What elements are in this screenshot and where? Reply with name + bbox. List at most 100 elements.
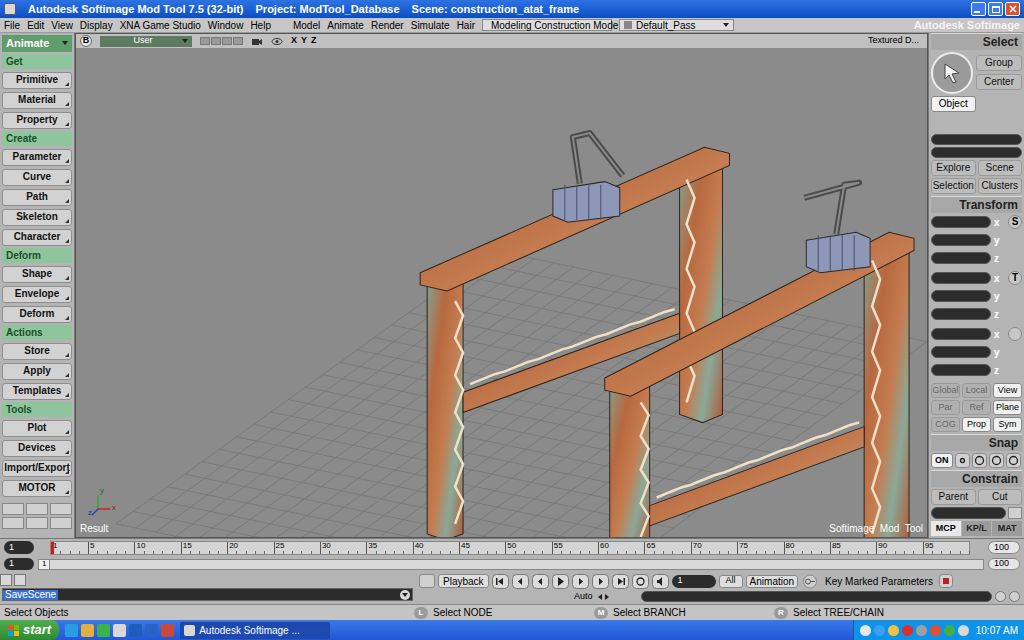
display-mode[interactable]: Textured D... xyxy=(868,34,923,48)
minimize-button[interactable] xyxy=(971,2,986,16)
tray-icon[interactable] xyxy=(944,625,955,636)
mode-dropdown[interactable]: Modeling Construction Mode xyxy=(482,19,612,31)
value-field[interactable] xyxy=(931,290,991,302)
eye-icon[interactable] xyxy=(271,37,283,46)
view-toggle[interactable] xyxy=(222,37,232,45)
panel-button[interactable]: Store xyxy=(2,343,72,360)
animation-button[interactable]: Animation xyxy=(746,575,798,588)
last-icon[interactable] xyxy=(612,574,629,589)
script-icon[interactable] xyxy=(0,574,12,586)
end-frame-field[interactable]: 100 xyxy=(988,541,1020,554)
panel-button[interactable]: Object xyxy=(931,96,976,112)
panel-button[interactable]: Devices xyxy=(2,440,72,457)
snap-option-icon[interactable] xyxy=(989,453,1004,468)
prev-icon[interactable] xyxy=(532,574,549,589)
maximize-button[interactable] xyxy=(988,2,1003,16)
module-menu-item[interactable]: Model xyxy=(293,18,320,33)
value-field[interactable] xyxy=(931,364,991,376)
value-field[interactable] xyxy=(931,346,991,358)
module-dropdown[interactable]: Animate xyxy=(2,35,72,52)
range-marker[interactable]: 1 xyxy=(39,560,50,569)
value-field[interactable] xyxy=(931,252,991,264)
panel-button[interactable]: Cut xyxy=(978,489,1023,505)
command-text[interactable]: SaveScene xyxy=(3,590,58,600)
panel-button[interactable]: Parameter xyxy=(2,149,72,166)
auto-key-button[interactable]: Auto xyxy=(572,590,595,604)
lock-icon[interactable] xyxy=(995,591,1006,602)
panel-button[interactable]: Character xyxy=(2,229,72,246)
panel-button[interactable]: Envelope xyxy=(2,286,72,303)
tray-icon[interactable] xyxy=(958,625,969,636)
quick-launch-icon[interactable] xyxy=(161,624,174,637)
transform-mode-button[interactable]: Sym xyxy=(993,417,1022,432)
select-tool-button[interactable] xyxy=(931,52,973,94)
section-header[interactable]: Create xyxy=(2,131,72,146)
panel-button[interactable]: Skeleton xyxy=(2,209,72,226)
camera-dropdown[interactable]: User xyxy=(100,36,192,47)
next-icon[interactable] xyxy=(572,574,589,589)
command-line[interactable]: SaveScene xyxy=(2,588,413,601)
tool-icon[interactable] xyxy=(2,517,24,529)
viewport-canvas[interactable]: yxzResultSoftimage Mod Tool xyxy=(76,48,927,537)
menu-item[interactable]: Display xyxy=(80,18,113,33)
panel-button[interactable]: Plot xyxy=(2,420,72,437)
quick-launch-icon[interactable] xyxy=(65,624,78,637)
value-field[interactable] xyxy=(931,134,1022,145)
panel-button[interactable]: Scene xyxy=(978,160,1023,176)
panel-tab[interactable]: MAT xyxy=(992,521,1022,536)
taskbar-task[interactable]: Autodesk Softimage ... xyxy=(180,622,330,639)
transform-mode-button[interactable]: COG xyxy=(931,417,960,432)
quick-launch-icon[interactable] xyxy=(81,624,94,637)
section-header[interactable]: Select xyxy=(931,33,1022,50)
panel-button[interactable]: Curve xyxy=(2,169,72,186)
quick-launch-icon[interactable] xyxy=(145,624,158,637)
nextkey-icon[interactable] xyxy=(592,574,609,589)
script-editor-icon[interactable] xyxy=(14,574,26,586)
transform-mode-button[interactable]: Ref xyxy=(962,400,991,415)
value-field[interactable] xyxy=(931,272,991,284)
refresh-icon[interactable] xyxy=(1009,591,1020,602)
section-header[interactable]: Transform xyxy=(931,196,1022,213)
view-toggle[interactable] xyxy=(200,37,210,45)
tool-icon[interactable] xyxy=(50,517,72,529)
key-options-icon[interactable] xyxy=(939,574,953,588)
tray-icon[interactable] xyxy=(874,625,885,636)
prevkey-icon[interactable] xyxy=(512,574,529,589)
value-field[interactable] xyxy=(931,328,991,340)
tray-icon[interactable] xyxy=(930,625,941,636)
tray-icon[interactable] xyxy=(860,625,871,636)
snap-option-icon[interactable] xyxy=(1006,453,1021,468)
all-button[interactable]: All xyxy=(719,575,743,588)
range-start-field[interactable]: 1 xyxy=(4,558,34,570)
key-marked-parameters-button[interactable]: Key Marked Parameters xyxy=(822,575,936,588)
loop-icon[interactable] xyxy=(632,574,649,589)
section-header[interactable]: Constrain xyxy=(931,470,1022,487)
axis-toggle[interactable]: Z xyxy=(311,34,317,48)
transform-key[interactable]: T xyxy=(1008,271,1022,285)
transform-key[interactable]: S xyxy=(1008,215,1022,229)
module-menu-item[interactable]: Animate xyxy=(327,18,364,33)
panel-button[interactable]: MOTOR xyxy=(2,480,72,497)
tray-icon[interactable] xyxy=(888,625,899,636)
constrain-icon[interactable] xyxy=(1008,507,1022,519)
module-menu-item[interactable]: Hair xyxy=(457,18,475,33)
panel-button[interactable]: Path xyxy=(2,189,72,206)
menu-item[interactable]: Edit xyxy=(27,18,44,33)
tool-icon[interactable] xyxy=(50,503,72,515)
quick-launch-icon[interactable] xyxy=(97,624,110,637)
view-toggle[interactable] xyxy=(233,37,243,45)
panel-tab[interactable]: KP/L xyxy=(962,521,992,536)
value-field[interactable] xyxy=(931,308,991,320)
play-icon[interactable] xyxy=(552,574,569,589)
frame-model[interactable] xyxy=(605,232,914,537)
tray-icon[interactable] xyxy=(916,625,927,636)
next-key-arrow-icon[interactable] xyxy=(605,594,609,600)
prev-key-arrow-icon[interactable] xyxy=(598,594,602,600)
view-letter[interactable]: B xyxy=(80,35,92,47)
quick-launch-icon[interactable] xyxy=(129,624,142,637)
transform-mode-button[interactable]: Par xyxy=(931,400,960,415)
range-slider[interactable]: 1 xyxy=(38,559,984,570)
menu-item[interactable]: XNA Game Studio xyxy=(120,18,201,33)
panel-button[interactable]: Deform xyxy=(2,306,72,323)
module-menu-item[interactable]: Render xyxy=(371,18,404,33)
